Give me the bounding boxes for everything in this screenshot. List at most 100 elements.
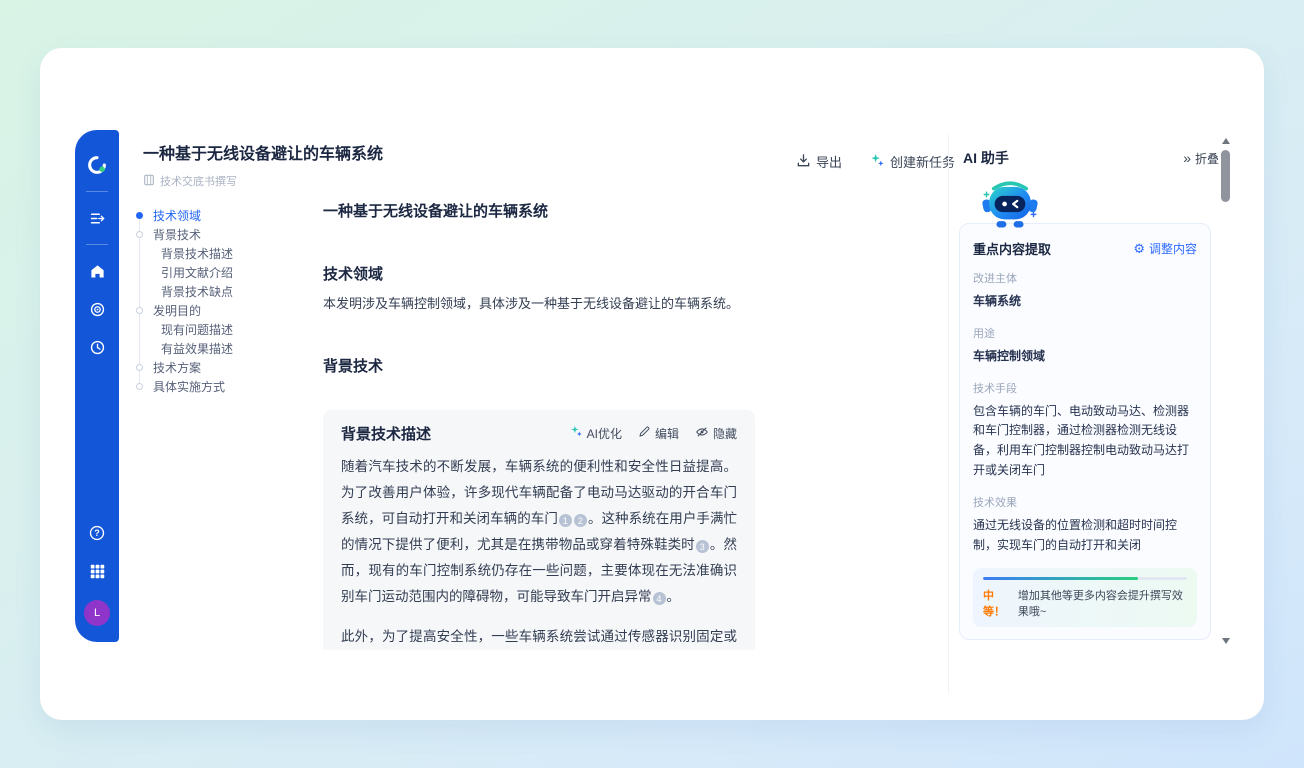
robot-mascot-icon	[981, 176, 1264, 237]
outline-item[interactable]: 发明目的	[136, 301, 322, 320]
outline-dot	[136, 231, 143, 238]
citation-badge[interactable]: 3	[696, 540, 709, 553]
field-value: 通过无线设备的位置检测和超时时间控制，实现车门的自动打开和关闭	[973, 516, 1197, 556]
field-label: 技术手段	[973, 380, 1197, 396]
outline-item[interactable]: 具体实施方式	[136, 377, 322, 396]
outline-item-label: 背景技术	[153, 226, 201, 243]
card-paragraph: 随着汽车技术的不断发展，车辆系统的便利性和安全性日益提高。为了改善用户体验，许多…	[341, 454, 737, 610]
extraction-fields: 改进主体车辆系统用途车辆控制领域技术手段包含车辆的车门、电动致动马达、检测器和车…	[973, 270, 1197, 555]
extraction-title: 重点内容提取	[973, 239, 1133, 258]
adjust-content-button[interactable]: ⚙ 调整内容	[1133, 240, 1197, 257]
collapse-panel-button[interactable]: » 折叠	[1183, 150, 1219, 167]
doc-type-tag: 技术交底书撰写	[143, 173, 383, 189]
field-label: 技术效果	[973, 494, 1197, 510]
outline-item[interactable]: 技术方案	[136, 358, 322, 377]
edit-label: 编辑	[655, 425, 679, 442]
outline-item-label: 有益效果描述	[161, 340, 233, 357]
app-logo-icon[interactable]	[86, 154, 108, 176]
outline-dot	[136, 383, 143, 390]
book-icon	[143, 174, 155, 189]
create-task-label: 创建新任务	[890, 152, 955, 171]
outline-item[interactable]: 现有问题描述	[136, 320, 322, 339]
outline-item-label: 背景技术缺点	[161, 283, 233, 300]
doc-type-label: 技术交底书撰写	[160, 173, 237, 189]
outline-dot	[136, 307, 143, 314]
sidebar-divider	[86, 244, 108, 245]
quality-status-box: 中等！ 增加其他等更多内容会提升撰写效果哦~	[973, 568, 1197, 627]
pencil-icon	[638, 425, 651, 441]
citation-badge[interactable]: 4	[653, 592, 666, 605]
create-task-button[interactable]: 创建新任务	[870, 152, 955, 171]
section-paragraph: 本发明涉及车辆控制领域，具体涉及一种基于无线设备避让的车辆系统。	[323, 294, 755, 315]
main-sidebar: ? L	[75, 130, 119, 642]
collapse-menu-icon[interactable]	[86, 207, 108, 229]
document-title: 一种基于无线设备避让的车辆系统	[323, 200, 755, 221]
sparkles-icon	[870, 153, 885, 171]
outline-dot	[136, 212, 143, 219]
gear-icon: ⚙	[1133, 242, 1145, 255]
hide-button[interactable]: 隐藏	[695, 425, 737, 442]
page-title: 一种基于无线设备避让的车辆系统	[143, 140, 383, 164]
citation-badge[interactable]: 1	[559, 514, 572, 527]
outline-item-label: 现有问题描述	[161, 321, 233, 338]
document-header: 一种基于无线设备避让的车辆系统 技术交底书撰写	[143, 140, 383, 189]
svg-text:?: ?	[94, 528, 100, 538]
double-chevron-right-icon: »	[1183, 152, 1191, 164]
collapse-label: 折叠	[1195, 150, 1219, 167]
help-icon[interactable]: ?	[86, 522, 108, 544]
card-paragraphs: 随着汽车技术的不断发展，车辆系统的便利性和安全性日益提高。为了改善用户体验，许多…	[341, 454, 737, 650]
ai-optimize-label: AI优化	[587, 425, 622, 442]
quality-progress-track	[983, 577, 1187, 580]
assistant-title: AI 助手	[963, 148, 1183, 168]
home-icon[interactable]	[86, 260, 108, 282]
history-icon[interactable]	[86, 336, 108, 358]
outline-item-label: 具体实施方式	[153, 378, 225, 395]
outline-item[interactable]: 背景技术描述	[136, 244, 322, 263]
ai-assistant-panel: AI 助手 » 折叠	[948, 134, 1264, 694]
extraction-field: 技术手段包含车辆的车门、电动致动马达、检测器和车门控制器，通过检测器检测无线设备…	[973, 380, 1197, 481]
outline-dot	[136, 364, 143, 371]
apps-grid-icon[interactable]	[86, 560, 108, 582]
ai-optimize-button[interactable]: AI优化	[570, 425, 622, 442]
outline-item-label: 引用文献介绍	[161, 264, 233, 281]
edit-button[interactable]: 编辑	[638, 425, 679, 442]
field-label: 改进主体	[973, 270, 1197, 286]
outline-item-label: 技术领域	[153, 207, 201, 224]
broadcast-icon[interactable]	[86, 298, 108, 320]
user-avatar[interactable]: L	[84, 600, 110, 626]
quality-grade: 中等！	[983, 587, 1012, 619]
header-actions: 导出 创建新任务	[796, 152, 955, 171]
app-window: ? L 一种基于无线设备避让的车辆系统 技术交底书撰写 导出	[40, 48, 1264, 720]
eye-off-icon	[695, 425, 709, 442]
card-paragraph: 此外，为了提高安全性，一些车辆系统尝试通过传感器识别固定或移动障碍物，但即使采用…	[341, 624, 737, 650]
scroll-up-arrow[interactable]	[1222, 138, 1230, 144]
scroll-down-arrow[interactable]	[1222, 638, 1230, 644]
section-heading: 技术领域	[323, 263, 755, 284]
quality-progress-fill	[983, 577, 1138, 580]
extraction-field: 改进主体车辆系统	[973, 270, 1197, 312]
adjust-content-label: 调整内容	[1149, 240, 1197, 257]
export-button[interactable]: 导出	[796, 152, 842, 171]
sparkles-icon	[570, 425, 583, 441]
outline-item-label: 技术方案	[153, 359, 201, 376]
document-body: 一种基于无线设备避让的车辆系统 技术领域 本发明涉及车辆控制领域，具体涉及一种基…	[323, 198, 755, 650]
outline-item[interactable]: 背景技术缺点	[136, 282, 322, 301]
field-label: 用途	[973, 325, 1197, 341]
export-label: 导出	[816, 152, 842, 171]
key-content-extraction-card: 重点内容提取 ⚙ 调整内容 改进主体车辆系统用途车辆控制领域技术手段包含车辆的车…	[959, 223, 1211, 640]
card-actions: AI优化 编辑 隐藏	[570, 425, 737, 442]
outline-item-label: 背景技术描述	[161, 245, 233, 262]
extraction-field: 技术效果通过无线设备的位置检测和超时时间控制，实现车门的自动打开和关闭	[973, 494, 1197, 556]
sidebar-divider	[86, 191, 108, 192]
card-title: 背景技术描述	[341, 423, 570, 444]
outline-item[interactable]: 背景技术	[136, 225, 322, 244]
section-heading: 背景技术	[323, 355, 755, 376]
outline-item[interactable]: 引用文献介绍	[136, 263, 322, 282]
citation-badge[interactable]: 2	[574, 514, 587, 527]
extraction-field: 用途车辆控制领域	[973, 325, 1197, 367]
outline-item[interactable]: 有益效果描述	[136, 339, 322, 358]
outline-item[interactable]: 技术领域	[136, 206, 322, 225]
document-outline: 技术领域背景技术背景技术描述引用文献介绍背景技术缺点发明目的现有问题描述有益效果…	[136, 206, 322, 396]
background-description-card: 背景技术描述 AI优化 编辑	[323, 410, 755, 650]
hide-label: 隐藏	[713, 425, 737, 442]
